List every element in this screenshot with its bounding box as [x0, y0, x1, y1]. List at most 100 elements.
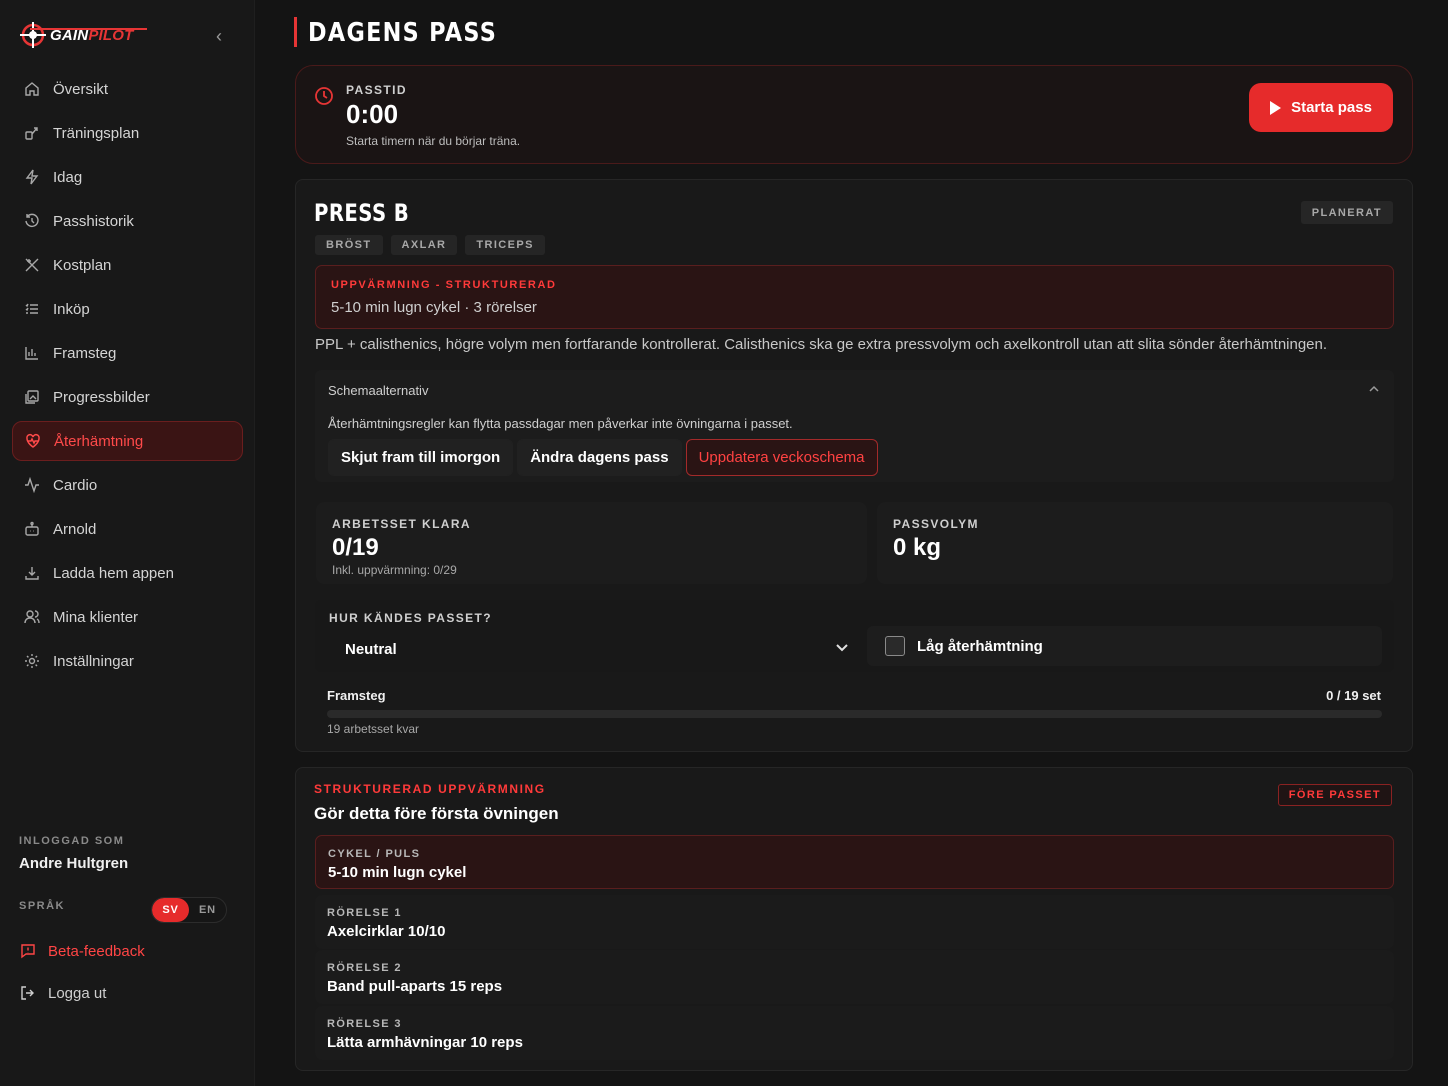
- sidebar-item-oversikt[interactable]: Översikt: [12, 69, 243, 109]
- sidebar-item-traningsplan[interactable]: Träningsplan: [12, 113, 243, 153]
- tag: AXLAR: [390, 235, 458, 255]
- sidebar-item-label: Progressbilder: [53, 388, 150, 406]
- schedule-options-hint: Återhämtningsregler kan flytta passdagar…: [328, 416, 793, 431]
- sidebar-item-progressbilder[interactable]: Progressbilder: [12, 377, 243, 417]
- session-card: PRESS B PLANERAT BRÖST AXLAR TRICEPS UPP…: [295, 179, 1413, 752]
- change-session-button[interactable]: Ändra dagens pass: [517, 439, 682, 476]
- app-logo[interactable]: GAINPILOT: [20, 20, 133, 50]
- tag: BRÖST: [315, 235, 383, 255]
- bot-icon: [23, 520, 41, 538]
- warmup-title: Gör detta före första övningen: [314, 804, 559, 823]
- heart-pulse-icon: [24, 432, 42, 450]
- activity-icon: [23, 476, 41, 494]
- language-label: SPRÅK: [19, 900, 66, 912]
- sidebar-item-framsteg[interactable]: Framsteg: [12, 333, 243, 373]
- title-accent-bar: [294, 17, 297, 47]
- muscle-tags: BRÖST AXLAR TRICEPS: [315, 235, 545, 255]
- timer-label: PASSTID: [346, 83, 407, 97]
- chevron-up-icon[interactable]: [1368, 381, 1380, 396]
- crosshair-logo-icon: [20, 22, 46, 48]
- plan-icon: [23, 124, 41, 142]
- logout-link[interactable]: Logga ut: [19, 984, 106, 1002]
- feel-panel: HUR KÄNDES PASSET? Neutral Låg återhämtn…: [315, 600, 1394, 672]
- sidebar-item-passhistorik[interactable]: Passhistorik: [12, 201, 243, 241]
- logout-icon: [19, 984, 37, 1002]
- sidebar-item-label: Cardio: [53, 476, 98, 494]
- progress-bar: [327, 710, 1382, 718]
- low-recovery-label: Låg återhämtning: [917, 637, 1043, 655]
- sidebar-item-cardio[interactable]: Cardio: [12, 465, 243, 505]
- sidebar-item-installningar[interactable]: Inställningar: [12, 641, 243, 681]
- sidebar-item-ladda-hem-appen[interactable]: Ladda hem appen: [12, 553, 243, 593]
- bolt-icon: [23, 168, 41, 186]
- warmup-item-value: 5-10 min lugn cykel: [328, 864, 467, 881]
- sidebar-item-label: Mina klienter: [53, 608, 139, 626]
- update-week-schedule-button[interactable]: Uppdatera veckoschema: [685, 439, 878, 476]
- users-icon: [23, 608, 41, 626]
- start-session-button[interactable]: Starta pass: [1249, 83, 1393, 132]
- sidebar: GAINPILOT ‹ Översikt Träningsplan Idag P…: [0, 0, 255, 1086]
- warmup-summary-text: 5-10 min lugn cykel · 3 rörelser: [331, 299, 537, 316]
- volume-stat: PASSVOLYM 0 kg: [877, 502, 1393, 584]
- lang-en-option[interactable]: EN: [189, 898, 226, 922]
- schedule-options-panel: Schemaalternativ Återhämtningsregler kan…: [315, 370, 1394, 482]
- sidebar-item-label: Passhistorik: [53, 212, 134, 230]
- logo-underline: [30, 28, 147, 30]
- beta-feedback-link[interactable]: Beta-feedback: [19, 942, 145, 960]
- utensils-icon: [23, 256, 41, 274]
- gallery-icon: [23, 388, 41, 406]
- volume-value: 0 kg: [893, 534, 942, 561]
- feel-label: HUR KÄNDES PASSET?: [329, 611, 492, 625]
- language-toggle: SV EN: [151, 897, 227, 923]
- sidebar-item-mina-klienter[interactable]: Mina klienter: [12, 597, 243, 637]
- lang-sv-option[interactable]: SV: [152, 898, 189, 922]
- start-session-label: Starta pass: [1291, 99, 1372, 116]
- logout-label: Logga ut: [48, 984, 107, 1002]
- low-recovery-toggle[interactable]: Låg återhämtning: [867, 626, 1382, 666]
- sidebar-item-aterhamtning[interactable]: Återhämtning: [12, 421, 243, 461]
- gear-icon: [23, 652, 41, 670]
- feel-select[interactable]: Neutral: [329, 632, 859, 666]
- warmup-item: RÖRELSE 2 Band pull-aparts 15 reps: [315, 950, 1394, 1004]
- sidebar-item-kostplan[interactable]: Kostplan: [12, 245, 243, 285]
- warmup-card: STRUKTURERAD UPPVÄRMNING Gör detta före …: [295, 767, 1413, 1071]
- sets-sub: Inkl. uppvärmning: 0/29: [332, 563, 457, 577]
- sidebar-item-label: Träningsplan: [53, 124, 140, 142]
- postpone-button[interactable]: Skjut fram till imorgon: [328, 439, 514, 476]
- progress-label: Framsteg: [327, 688, 386, 703]
- clock-icon: [314, 86, 334, 111]
- warmup-item-key: RÖRELSE 2: [327, 962, 402, 974]
- bar-chart-icon: [23, 344, 41, 362]
- session-title: PRESS B: [314, 199, 410, 227]
- warmup-item-key: CYKEL / PULS: [328, 848, 421, 860]
- feel-selected-value: Neutral: [345, 640, 397, 658]
- chevron-down-icon: [835, 640, 849, 658]
- warmup-summary-box[interactable]: UPPVÄRMNING - STRUKTURERAD 5-10 min lugn…: [315, 265, 1394, 329]
- sidebar-item-idag[interactable]: Idag: [12, 157, 243, 197]
- tag: TRICEPS: [465, 235, 545, 255]
- warmup-item: CYKEL / PULS 5-10 min lugn cykel: [315, 835, 1394, 889]
- warmup-kicker: STRUKTURERAD UPPVÄRMNING: [314, 782, 546, 796]
- sidebar-item-label: Översikt: [53, 80, 109, 98]
- sidebar-item-label: Återhämtning: [54, 432, 144, 450]
- warmup-item-key: RÖRELSE 1: [327, 907, 402, 919]
- warmup-item: RÖRELSE 1 Axelcirklar 10/10: [315, 895, 1394, 949]
- warmup-item-value: Band pull-aparts 15 reps: [327, 978, 503, 995]
- schedule-buttons: Skjut fram till imorgon Ändra dagens pas…: [328, 439, 878, 476]
- chevron-left-icon: ‹: [216, 26, 222, 46]
- history-icon: [23, 212, 41, 230]
- schedule-options-title[interactable]: Schemaalternativ: [328, 383, 428, 398]
- timer-card: PASSTID 0:00 Starta timern när du börjar…: [295, 65, 1413, 164]
- timer-value: 0:00: [346, 99, 399, 129]
- sidebar-item-label: Kostplan: [53, 256, 112, 274]
- sidebar-item-arnold[interactable]: Arnold: [12, 509, 243, 549]
- warmup-item-value: Lätta armhävningar 10 reps: [327, 1034, 523, 1051]
- progress-count: 0 / 19 set: [1326, 688, 1381, 703]
- sidebar-item-label: Framsteg: [53, 344, 117, 362]
- sidebar-item-label: Inköp: [53, 300, 90, 318]
- status-badge: PLANERAT: [1300, 201, 1393, 224]
- sidebar-item-label: Ladda hem appen: [53, 564, 174, 582]
- collapse-sidebar-button[interactable]: ‹: [210, 26, 228, 46]
- low-recovery-checkbox[interactable]: [885, 636, 905, 656]
- sidebar-item-inkop[interactable]: Inköp: [12, 289, 243, 329]
